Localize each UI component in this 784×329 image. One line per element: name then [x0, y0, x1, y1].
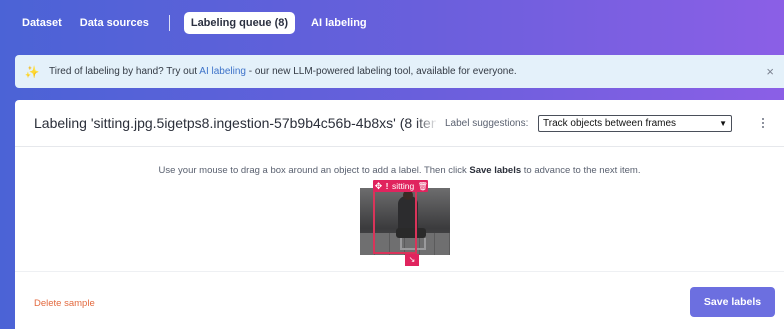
banner-text-after: - our new LLM-powered labeling tool, ava…: [245, 66, 517, 77]
label-suggestions-value: Track objects between frames: [543, 118, 677, 129]
card-footer-divider: [15, 271, 784, 272]
instructions-before: Use your mouse to drag a box around an o…: [158, 165, 470, 176]
banner-text-before: Tired of labeling by hand? Try out: [49, 66, 200, 77]
ai-labeling-banner: ✨ Tired of labeling by hand? Try out AI …: [15, 55, 784, 88]
save-labels-button[interactable]: Save labels: [690, 287, 775, 317]
resize-handle-icon[interactable]: ↘: [405, 254, 419, 266]
nav-data-sources[interactable]: Data sources: [80, 17, 149, 29]
nav-divider: [168, 15, 170, 31]
nav-ai-labeling[interactable]: AI labeling: [311, 17, 367, 29]
card-header: Labeling 'sitting.jpg.5igetps8.ingestion…: [15, 100, 784, 147]
labeling-instructions: Use your mouse to drag a box around an o…: [15, 165, 784, 176]
nav-labeling-queue[interactable]: Labeling queue (8): [183, 12, 296, 34]
label-suggestions-select[interactable]: Track objects between frames ▼: [538, 115, 732, 132]
bounding-box[interactable]: [373, 188, 417, 254]
nav-dataset[interactable]: Dataset: [22, 17, 62, 29]
move-icon[interactable]: ✥: [373, 181, 384, 192]
box-label[interactable]: sitting: [390, 181, 417, 191]
title-fade: [416, 112, 438, 136]
bounding-box-toolbar: ✥ ! sitting 🗑: [373, 180, 429, 192]
top-navigation: Dataset Data sources Labeling queue (8) …: [0, 0, 784, 46]
instructions-after: to advance to the next item.: [521, 165, 641, 176]
ai-labeling-link[interactable]: AI labeling: [199, 66, 246, 77]
page-title: Labeling 'sitting.jpg.5igetps8.ingestion…: [34, 115, 436, 131]
chevron-down-icon: ▼: [719, 119, 727, 128]
close-icon[interactable]: ×: [766, 64, 774, 79]
instructions-bold: Save labels: [469, 165, 522, 176]
delete-sample-link[interactable]: Delete sample: [34, 298, 95, 309]
magic-wand-icon: ✨: [24, 64, 40, 79]
trash-icon[interactable]: 🗑: [417, 182, 428, 191]
banner-text: Tired of labeling by hand? Try out AI la…: [49, 66, 517, 77]
labeling-card: Labeling 'sitting.jpg.5igetps8.ingestion…: [15, 100, 784, 329]
more-options-icon[interactable]: [758, 114, 768, 132]
label-suggestions-label: Label suggestions:: [445, 118, 529, 129]
